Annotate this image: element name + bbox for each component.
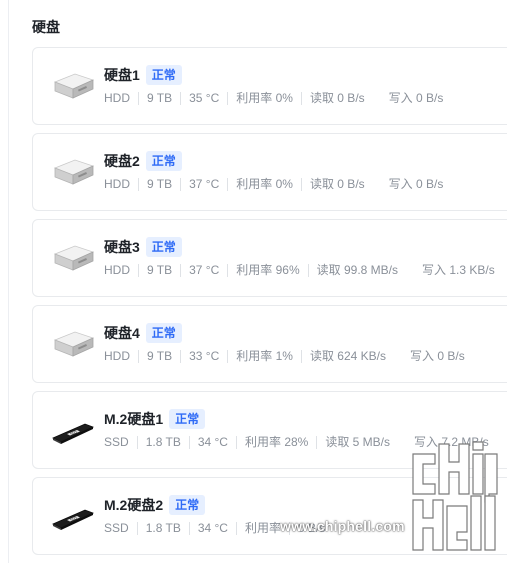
disk-name-row: 硬盘4 正常 [104,322,182,344]
disk-name: 硬盘1 [104,67,140,83]
hdd-icon [51,240,95,276]
disk-read-speed: 读取 0 B/s [300,178,381,191]
ssd-icon: SSD [51,414,95,450]
disk-read-speed: 读取 624 KB/s [300,350,402,363]
disk-name: M.2硬盘1 [104,411,164,427]
disk-name: 硬盘3 [104,239,140,255]
disk-capacity: 1.8 TB [136,522,189,535]
ssd-icon: SSD [51,500,95,536]
disk-name-row: 硬盘3 正常 [104,236,182,258]
status-badge: 正常 [145,323,182,343]
disk-capacity: 9 TB [138,92,180,105]
disk-name-row: M.2硬盘2 正常 [104,494,206,516]
disk-card[interactable]: 硬盘4 正常 HDD 9 TB 33 °C 利用率 1% 读取 624 KB/s 写入 0 B… [32,305,507,383]
disk-utilization: 利用率 96% [227,264,307,277]
disk-name: M.2硬盘2 [104,497,164,513]
disk-write-speed: 写入 0 B/s [388,177,444,191]
disk-card[interactable]: 硬盘3 正常 HDD 9 TB 37 °C 利用率 96% 读取 99.8 MB/s 写入 1… [32,219,507,297]
disk-card[interactable]: 硬盘1 正常 HDD 9 TB 35 °C 利用率 0% 读取 0 B/s 写入 0 B/s [32,47,507,125]
disk-temperature: 35 °C [180,92,227,105]
hdd-icon [51,154,95,190]
disk-name: 硬盘2 [104,153,140,169]
disk-utilization: 利用率 1% [227,350,301,363]
disk-read-speed: 读取 5 MB/s [316,436,406,449]
disk-read-speed: 读取 99.8 MB/s [307,264,414,277]
disk-temperature: 34 °C [188,522,236,535]
disk-temperature: 34 °C [188,436,236,449]
chiphell-logo-icon [412,441,498,551]
disk-type: HDD [104,349,130,363]
disk-name: 硬盘4 [104,325,140,341]
disk-capacity: 9 TB [138,178,180,191]
disk-name-row: 硬盘2 正常 [104,150,182,172]
disk-temperature: 33 °C [180,350,227,363]
disk-card[interactable]: 硬盘2 正常 HDD 9 TB 37 °C 利用率 0% 读取 0 B/s 写入 0 B/s [32,133,507,211]
disk-temperature: 37 °C [180,178,227,191]
disk-meta: HDD 9 TB 37 °C 利用率 0% 读取 0 B/s 写入 0 B/s [104,178,451,191]
disk-temperature: 37 °C [180,264,227,277]
disk-type: HDD [104,177,130,191]
hdd-icon [51,68,95,104]
disk-utilization: 利用率 28% [235,436,316,449]
disk-name-row: M.2硬盘1 正常 [104,408,206,430]
disk-capacity: 9 TB [138,350,180,363]
section-title: 硬盘 [32,19,60,35]
hdd-icon [51,326,95,362]
panel-divider [8,0,9,563]
disk-utilization: 利用率 0% [227,178,301,191]
disk-utilization: 利用率 0% [227,92,301,105]
disk-type: HDD [104,263,130,277]
disk-type: SSD [104,435,129,449]
disk-capacity: 9 TB [138,264,180,277]
watermark-text: www.chiphell.com [280,518,405,534]
disk-type: HDD [104,91,130,105]
status-badge: 正常 [169,495,206,515]
disk-capacity: 1.8 TB [136,436,189,449]
disk-meta: HDD 9 TB 35 °C 利用率 0% 读取 0 B/s 写入 0 B/s [104,92,451,105]
disk-write-speed: 写入 1.3 KB/s [422,263,495,277]
disk-read-speed: 读取 0 B/s [300,92,381,105]
disk-status-panel: 硬盘 硬盘1 正常 HDD 9 TB 35 °C 利用率 0% 读取 0 B/s 写入 0 B… [0,0,507,563]
disk-meta: HDD 9 TB 33 °C 利用率 1% 读取 624 KB/s 写入 0 B/s [104,350,473,363]
disk-type: SSD [104,521,129,535]
disk-meta: HDD 9 TB 37 °C 利用率 96% 读取 99.8 MB/s 写入 1.3 KB… [104,264,503,277]
disk-name-row: 硬盘1 正常 [104,64,182,86]
status-badge: 正常 [145,237,182,257]
status-badge: 正常 [145,65,182,85]
status-badge: 正常 [145,151,182,171]
status-badge: 正常 [169,409,206,429]
disk-write-speed: 写入 0 B/s [388,91,444,105]
disk-write-speed: 写入 0 B/s [410,349,465,363]
